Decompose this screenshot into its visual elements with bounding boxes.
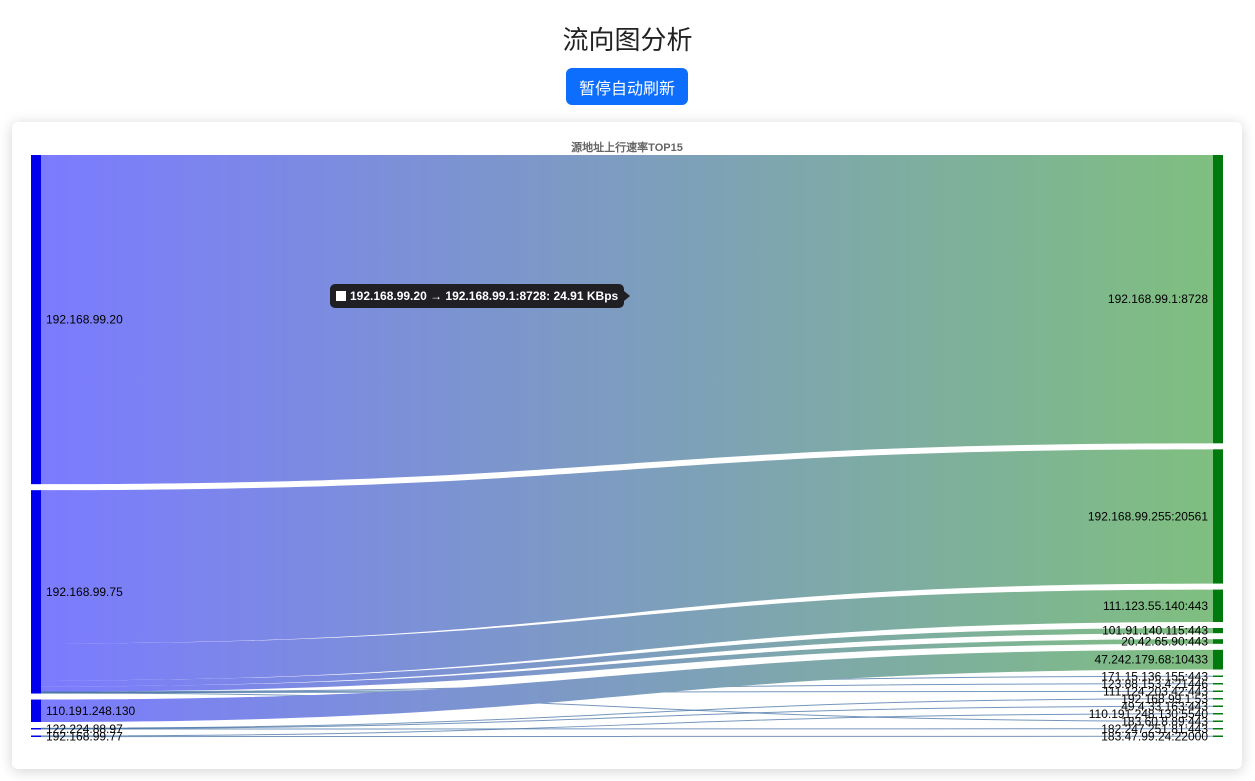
- sankey-node-label: 192.168.99.255:20561: [1088, 509, 1208, 523]
- sankey-node-183-60-8-89-443[interactable]: [1213, 720, 1223, 723]
- pause-auto-refresh-button[interactable]: 暂停自动刷新: [566, 68, 688, 105]
- sankey-node-111-123-55-140-443[interactable]: [1213, 589, 1223, 622]
- sankey-node-122-224-88-97[interactable]: [31, 728, 41, 730]
- sankey-node-192-168-99-20[interactable]: [31, 155, 41, 485]
- sankey-node-182-247-251-81-443[interactable]: [1213, 728, 1223, 730]
- sankey-node-label: 110.191.248.130: [46, 704, 136, 718]
- page-title: 流向图分析: [562, 25, 693, 55]
- sankey-node-110-191-248-130-5540[interactable]: [1213, 713, 1223, 715]
- sankey-node-192-168-99-1-53[interactable]: [1213, 698, 1223, 700]
- sankey-node-label: 20.42.65.90:443: [1121, 635, 1208, 649]
- sankey-node-192-168-99-1-8728[interactable]: [1213, 155, 1223, 444]
- sankey-node-label: 192.168.99.20: [46, 313, 123, 327]
- sankey-node-171-15-136-155-443[interactable]: [1213, 675, 1223, 678]
- sankey-node-20-42-65-90-443[interactable]: [1213, 639, 1223, 644]
- sankey-node-label: 192.168.99.75: [46, 585, 123, 599]
- sankey-chart[interactable]: 192.168.99.20 192.168.99.75 110.191.248.13…: [12, 122, 1242, 769]
- sankey-node-183-47-99-24-22000[interactable]: [1213, 735, 1223, 738]
- sankey-node-label: 47.242.179.68:10433: [1095, 653, 1209, 667]
- sankey-node-192-168-99-255-20561[interactable]: [1213, 449, 1223, 584]
- sankey-node-111-124-203-42-443[interactable]: [1213, 690, 1223, 693]
- sankey-node-192-168-99-77[interactable]: [31, 735, 41, 738]
- sankey-node-101-91-140-115-443[interactable]: [1213, 627, 1223, 634]
- chart-card: 源地址上行速率TOP15 192.168.99.20 192.168.99.75 1…: [12, 122, 1242, 769]
- sankey-node-label: 111.123.55.140:443: [1103, 599, 1208, 613]
- sankey-node-49-4-33-163-443[interactable]: [1213, 705, 1223, 708]
- sankey-node-label: 183.47.99.24:22000: [1101, 729, 1208, 743]
- sankey-node-123-88-153-4-21446[interactable]: [1213, 683, 1223, 685]
- tooltip-swatch-icon: [336, 291, 346, 301]
- sankey-links: [40, 155, 1214, 738]
- sankey-node-110-191-248-130[interactable]: [31, 699, 41, 722]
- tooltip-text: 192.168.99.20 → 192.168.99.1:8728: 24.91…: [350, 289, 619, 303]
- sankey-node-192-168-99-75[interactable]: [31, 490, 41, 694]
- chart-tooltip: 192.168.99.20 → 192.168.99.1:8728: 24.91…: [330, 284, 631, 308]
- sankey-node-47-242-179-68-10433[interactable]: [1213, 649, 1223, 670]
- sankey-node-label: 192.168.99.1:8728: [1108, 292, 1208, 306]
- sankey-node-label: 192.168.99.77: [46, 729, 123, 743]
- sankey-link-192-168-99-20-to-192-168-99-1-8728[interactable]: [41, 155, 1213, 485]
